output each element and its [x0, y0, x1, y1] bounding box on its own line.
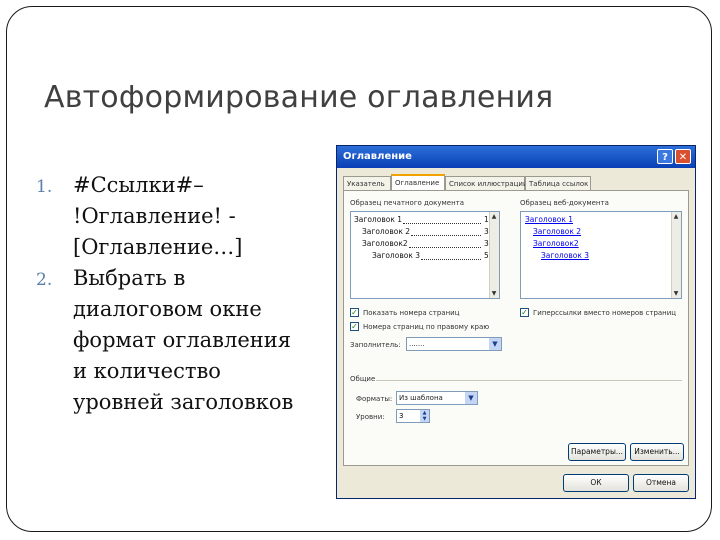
dialog-title: Оглавление: [343, 151, 412, 162]
hyperlinks-label: Гиперссылки вместо номеров страниц: [533, 309, 677, 317]
preview-heading-2: Заголовок 2: [362, 227, 411, 236]
options-button[interactable]: Параметры...: [568, 443, 626, 461]
levels-spinner[interactable]: 3 ▲ ▼: [396, 409, 430, 423]
web-link-heading-1[interactable]: Заголовок 1: [525, 215, 573, 224]
list-item-line: [Оглавление…]: [73, 235, 243, 259]
spin-down-icon[interactable]: ▼: [420, 416, 429, 422]
dot-leader: [409, 247, 481, 248]
web-link-heading-2b[interactable]: Заголовок2: [533, 239, 579, 248]
scroll-down-icon[interactable]: ▼: [491, 290, 497, 297]
preview-heading-3: Заголовок 3: [372, 251, 421, 260]
formats-select[interactable]: Из шаблона ▼: [396, 391, 478, 405]
list-number: 1.: [36, 177, 53, 197]
help-button[interactable]: ?: [657, 149, 673, 164]
modify-button[interactable]: Изменить...: [630, 443, 684, 461]
list-item-line: Выбрать в: [73, 266, 186, 290]
list-number: 2.: [36, 270, 53, 290]
group-divider: [376, 380, 682, 381]
tab-authorities[interactable]: Таблица ссылок: [525, 176, 591, 190]
chevron-down-icon[interactable]: ▼: [489, 338, 501, 350]
show-page-numbers-checkbox[interactable]: ✓: [350, 308, 359, 317]
list-item: 2. Выбрать в диалоговом окне формат огла…: [36, 263, 336, 418]
preview-heading-1: Заголовок 1: [354, 215, 403, 224]
web-link-heading-3[interactable]: Заголовок 3: [541, 251, 589, 260]
right-align-checkbox[interactable]: ✓: [350, 322, 359, 331]
print-preview-scrollbar[interactable]: ▲ ▼: [489, 212, 499, 298]
formats-label: Форматы:: [356, 395, 393, 403]
tab-figures[interactable]: Список иллюстраций: [445, 176, 528, 190]
slide-title: Автоформирование оглавления: [44, 80, 554, 115]
web-preview-scrollbar[interactable]: ▲ ▼: [671, 212, 681, 298]
preview-heading-2b: Заголовок2: [362, 239, 408, 248]
tab-panel: Образец печатного документа Заголовок 1 …: [343, 190, 689, 466]
close-button[interactable]: ✕: [675, 149, 691, 164]
web-link-heading-2[interactable]: Заголовок 2: [533, 227, 581, 236]
scroll-down-icon[interactable]: ▼: [673, 290, 679, 297]
list-item: 1. #Ссылки#– !Оглавление! - [Оглавление……: [36, 170, 336, 263]
ok-button[interactable]: ОК: [563, 474, 629, 492]
list-item-line: и количество: [73, 359, 221, 383]
show-page-numbers-label: Показать номера страниц: [363, 309, 460, 317]
print-preview: Заголовок 1 1 Заголовок 2 3 Заголовок2 3…: [350, 211, 500, 299]
list-item-line: уровней заголовков: [73, 390, 294, 414]
right-align-label: Номера страниц по правому краю: [363, 323, 490, 331]
scroll-up-icon[interactable]: ▲: [673, 213, 679, 220]
chevron-down-icon[interactable]: ▼: [465, 392, 477, 404]
levels-value: 3: [399, 412, 404, 420]
bullet-list: 1. #Ссылки#– !Оглавление! - [Оглавление……: [36, 170, 336, 418]
dot-leader: [403, 223, 481, 224]
dot-leader: [411, 235, 481, 236]
toc-dialog: Оглавление ? ✕ Указатель Оглавление Спис…: [336, 145, 696, 499]
cancel-button[interactable]: Отмена: [633, 474, 689, 492]
tab-toc[interactable]: Оглавление: [391, 174, 445, 191]
dialog-titlebar[interactable]: Оглавление ? ✕: [337, 146, 695, 168]
dot-leader: [421, 259, 481, 260]
levels-label: Уровни:: [356, 413, 385, 421]
print-preview-label: Образец печатного документа: [350, 199, 465, 207]
scroll-up-icon[interactable]: ▲: [491, 213, 497, 220]
list-item-line: !Оглавление! -: [73, 204, 236, 228]
tab-leader-value: .......: [409, 340, 425, 348]
formats-value: Из шаблона: [399, 394, 443, 402]
tab-index[interactable]: Указатель: [343, 176, 391, 190]
tab-leader-label: Заполнитель:: [350, 341, 401, 349]
list-item-line: #Ссылки#–: [73, 173, 204, 197]
list-item-line: диалоговом окне: [73, 297, 262, 321]
web-preview-label: Образец веб-документа: [520, 199, 609, 207]
list-item-line: формат оглавления: [73, 328, 292, 352]
hyperlinks-checkbox[interactable]: ✓: [520, 308, 529, 317]
web-preview: Заголовок 1 Заголовок 2 Заголовок2 Загол…: [520, 211, 682, 299]
tab-leader-select[interactable]: ....... ▼: [406, 337, 502, 351]
general-group-label: Общие: [350, 375, 376, 383]
